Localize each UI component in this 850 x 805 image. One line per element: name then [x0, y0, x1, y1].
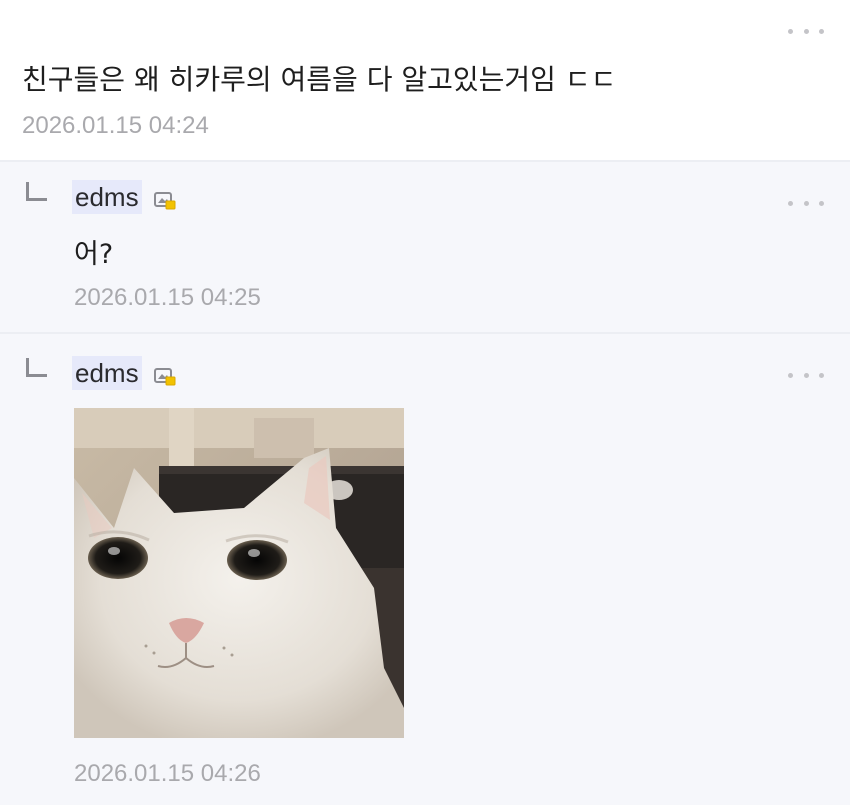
more-options-icon[interactable] — [788, 198, 824, 208]
reply-text: 어? — [74, 239, 114, 270]
reply-timestamp: 2026.01.15 04:26 — [74, 760, 261, 787]
user-badge-icon — [154, 192, 176, 210]
reply-timestamp: 2026.01.15 04:25 — [74, 284, 261, 311]
reply-username[interactable]: edms — [72, 180, 142, 214]
comment-text: 친구들은 왜 히카루의 여름을 다 알고있는거임 ㄷㄷ — [22, 63, 617, 96]
user-badge-icon — [154, 368, 176, 386]
more-options-icon[interactable] — [788, 370, 824, 380]
comment-thread: 친구들은 왜 히카루의 여름을 다 알고있는거임 ㄷㄷ 2026.01.15 0… — [0, 0, 850, 805]
main-comment: 친구들은 왜 히카루의 여름을 다 알고있는거임 ㄷㄷ 2026.01.15 0… — [0, 0, 850, 160]
reply-arrow-icon — [26, 182, 47, 201]
more-options-icon[interactable] — [788, 26, 824, 36]
cat-image[interactable] — [74, 408, 404, 738]
reply-item: edms 어? 2026.01.15 04:25 — [0, 162, 850, 332]
reply-username[interactable]: edms — [72, 356, 142, 390]
reply-arrow-icon — [26, 358, 47, 377]
comment-timestamp: 2026.01.15 04:24 — [22, 112, 209, 139]
reply-item: edms 2026.01.15 04:26 — [0, 334, 850, 805]
